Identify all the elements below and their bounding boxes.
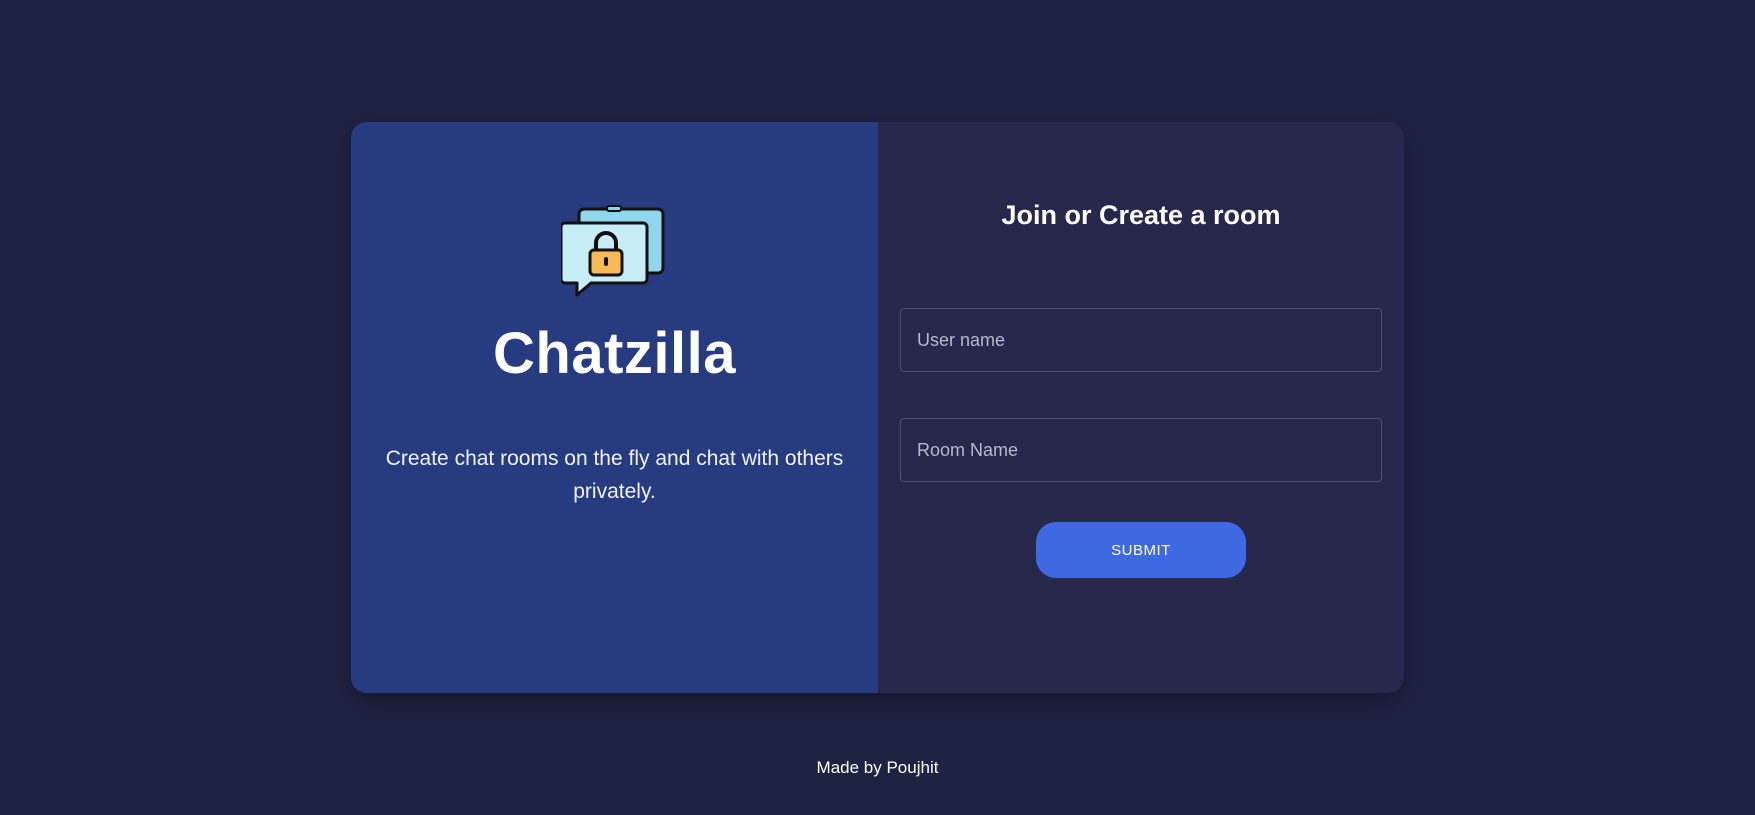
brand-tagline: Create chat rooms on the fly and chat wi… [385,447,844,503]
submit-button[interactable]: SUBMIT [1036,522,1246,578]
brand-panel: Chatzilla Create chat rooms on the fly a… [351,122,878,693]
roomname-field[interactable] [900,418,1382,482]
brand-title: Chatzilla [493,321,736,386]
chat-lock-icon [559,205,667,301]
username-field[interactable] [900,308,1382,372]
login-card: Chatzilla Create chat rooms on the fly a… [351,122,1404,693]
form-title: Join or Create a room [1001,200,1281,230]
footer-credit: Made by Poujhit [816,758,939,777]
form-panel: Join or Create a room SUBMIT [878,122,1404,693]
